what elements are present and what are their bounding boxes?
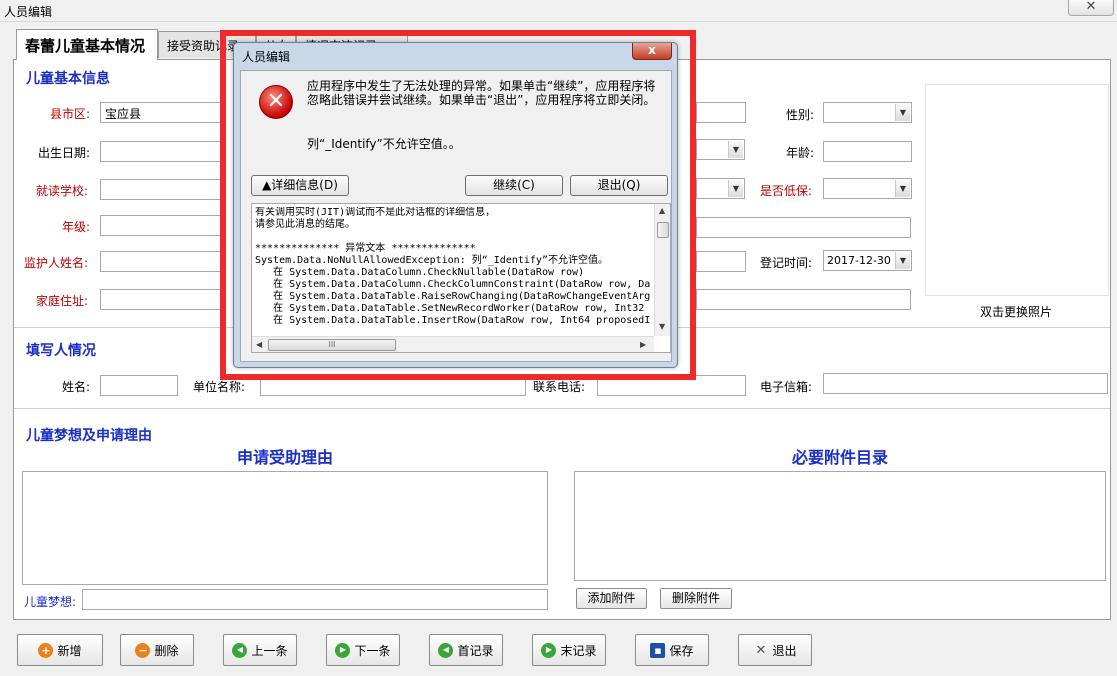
first-record-button[interactable]: ◀ 首记录 bbox=[429, 634, 503, 666]
previous-button[interactable]: ◀ 上一条 bbox=[223, 634, 297, 666]
gender-select[interactable]: ▼ bbox=[823, 102, 912, 123]
dialog-body: ✕ 应用程序中发生了无法处理的异常。如果单击“继续”，应用程序将忽略此错误并尝试… bbox=[240, 70, 672, 362]
plus-icon: + bbox=[38, 642, 54, 658]
photo-caption: 双击更换照片 bbox=[980, 305, 1053, 319]
details-button[interactable]: ▲详细信息(D) bbox=[251, 175, 349, 196]
add-button[interactable]: + 新增 bbox=[17, 634, 103, 666]
phone-label: 联系电话: bbox=[533, 380, 586, 394]
gender-label: 性别: bbox=[786, 108, 815, 122]
dialog-close-button[interactable]: x bbox=[632, 43, 672, 60]
age-input[interactable] bbox=[823, 141, 912, 162]
close-icon: ✕ bbox=[755, 642, 767, 658]
dream-label: 儿童梦想: bbox=[24, 595, 77, 609]
filler-name-input[interactable] bbox=[100, 375, 178, 396]
error-dialog: 人员编辑 x ✕ 应用程序中发生了无法处理的异常。如果单击“继续”，应用程序将忽… bbox=[233, 42, 678, 368]
last-record-icon: ▶ bbox=[541, 642, 557, 658]
chevron-down-icon: ▼ bbox=[728, 180, 743, 197]
low-income-select[interactable]: ▼ bbox=[823, 178, 912, 199]
grade-label: 年级: bbox=[62, 220, 91, 234]
vertical-scrollbar[interactable]: ▲ ▼ bbox=[654, 204, 670, 336]
section-title-dream: 儿童梦想及申请理由 bbox=[26, 428, 152, 444]
grade-input[interactable] bbox=[100, 215, 226, 236]
county-input[interactable]: 宝应县 bbox=[100, 102, 226, 123]
school-input[interactable] bbox=[100, 179, 226, 200]
school-label: 就读学校: bbox=[36, 184, 89, 198]
tab-basic-info[interactable]: 春蕾儿童基本情况 bbox=[16, 29, 158, 60]
error-icon: ✕ bbox=[259, 85, 293, 119]
email-input[interactable] bbox=[823, 373, 1108, 394]
horizontal-scrollbar[interactable]: ◀ III ▶ bbox=[252, 336, 654, 352]
guardian-name-input[interactable] bbox=[100, 251, 226, 272]
save-icon: ▪ bbox=[650, 642, 666, 658]
section-title-basic: 儿童基本信息 bbox=[26, 71, 110, 87]
delete-button[interactable]: − 删除 bbox=[120, 634, 194, 666]
org-name-label: 单位名称: bbox=[193, 380, 246, 394]
address-label: 家庭住址: bbox=[36, 294, 89, 308]
arrow-right-icon: ▶ bbox=[335, 642, 351, 658]
delete-attachment-button[interactable]: 删除附件 bbox=[660, 588, 732, 609]
next-button[interactable]: ▶ 下一条 bbox=[326, 634, 400, 666]
middle-input-3[interactable] bbox=[696, 251, 746, 272]
reason-title: 申请受助理由 bbox=[236, 448, 333, 467]
horizontal-scroll-thumb[interactable]: III bbox=[268, 339, 396, 351]
filler-name-label: 姓名: bbox=[62, 380, 91, 394]
details-text: 有关调用实时(JIT)调试而不是此对话框的详细信息， 请参见此消息的结尾。 **… bbox=[255, 207, 650, 326]
reg-time-picker[interactable]: 2017-12-30 ▼ bbox=[823, 250, 912, 271]
window-title: 人员编辑 bbox=[4, 5, 53, 19]
reg-time-value: 2017-12-30 bbox=[827, 254, 891, 267]
window-title-bar: 人员编辑 bbox=[0, 0, 1117, 22]
last-record-button[interactable]: ▶ 末记录 bbox=[532, 634, 606, 666]
middle-select-1[interactable]: ▼ bbox=[696, 139, 745, 160]
birth-date-label: 出生日期: bbox=[38, 146, 91, 160]
middle-input-1[interactable] bbox=[696, 102, 746, 123]
exit-button[interactable]: ✕ 退出 bbox=[738, 634, 812, 666]
middle-input-4[interactable] bbox=[696, 289, 911, 310]
divider bbox=[14, 408, 1110, 409]
chevron-down-icon: ▼ bbox=[728, 141, 743, 158]
window-close-button[interactable]: ✕ bbox=[1068, 0, 1114, 16]
scroll-left-icon[interactable]: ◀ bbox=[256, 340, 262, 349]
middle-select-2[interactable]: ▼ bbox=[696, 178, 745, 199]
low-income-label: 是否低保: bbox=[760, 184, 813, 198]
error-message: 应用程序中发生了无法处理的异常。如果单击“继续”，应用程序将忽略此错误并尝试继续… bbox=[307, 79, 656, 107]
dialog-title: 人员编辑 bbox=[242, 50, 291, 64]
reg-time-label: 登记时间: bbox=[760, 256, 813, 270]
minus-icon: − bbox=[135, 642, 151, 658]
age-label: 年龄: bbox=[786, 146, 815, 160]
birth-date-input[interactable] bbox=[100, 141, 226, 162]
reason-textarea[interactable] bbox=[22, 471, 548, 585]
guardian-name-label: 监护人姓名: bbox=[24, 256, 89, 270]
middle-input-2[interactable] bbox=[696, 217, 911, 238]
county-label: 县市区: bbox=[50, 107, 91, 121]
section-title-filler: 填写人情况 bbox=[26, 343, 96, 359]
chevron-down-icon: ▼ bbox=[895, 252, 910, 269]
scroll-down-icon[interactable]: ▼ bbox=[659, 322, 665, 331]
details-textbox[interactable]: 有关调用实时(JIT)调试而不是此对话框的详细信息， 请参见此消息的结尾。 **… bbox=[251, 203, 671, 353]
attachments-list[interactable] bbox=[574, 471, 1106, 581]
photo-area[interactable] bbox=[925, 84, 1109, 296]
save-button[interactable]: ▪ 保存 bbox=[635, 634, 709, 666]
attachments-title: 必要附件目录 bbox=[791, 448, 888, 467]
continue-button[interactable]: 继续(C) bbox=[465, 175, 563, 196]
column-message: 列“_Identify”不允许空值。。 bbox=[307, 137, 461, 151]
scroll-up-icon[interactable]: ▲ bbox=[659, 206, 665, 215]
address-input[interactable] bbox=[100, 289, 226, 310]
scroll-right-icon[interactable]: ▶ bbox=[640, 340, 646, 349]
quit-button[interactable]: 退出(Q) bbox=[570, 175, 668, 196]
arrow-left-icon: ◀ bbox=[232, 642, 248, 658]
chevron-down-icon: ▼ bbox=[895, 104, 910, 121]
email-label: 电子信箱: bbox=[760, 380, 813, 394]
dream-input[interactable] bbox=[82, 589, 548, 610]
chevron-down-icon: ▼ bbox=[895, 180, 910, 197]
first-record-icon: ◀ bbox=[438, 642, 454, 658]
vertical-scroll-thumb[interactable] bbox=[657, 222, 669, 238]
add-attachment-button[interactable]: 添加附件 bbox=[576, 588, 647, 609]
